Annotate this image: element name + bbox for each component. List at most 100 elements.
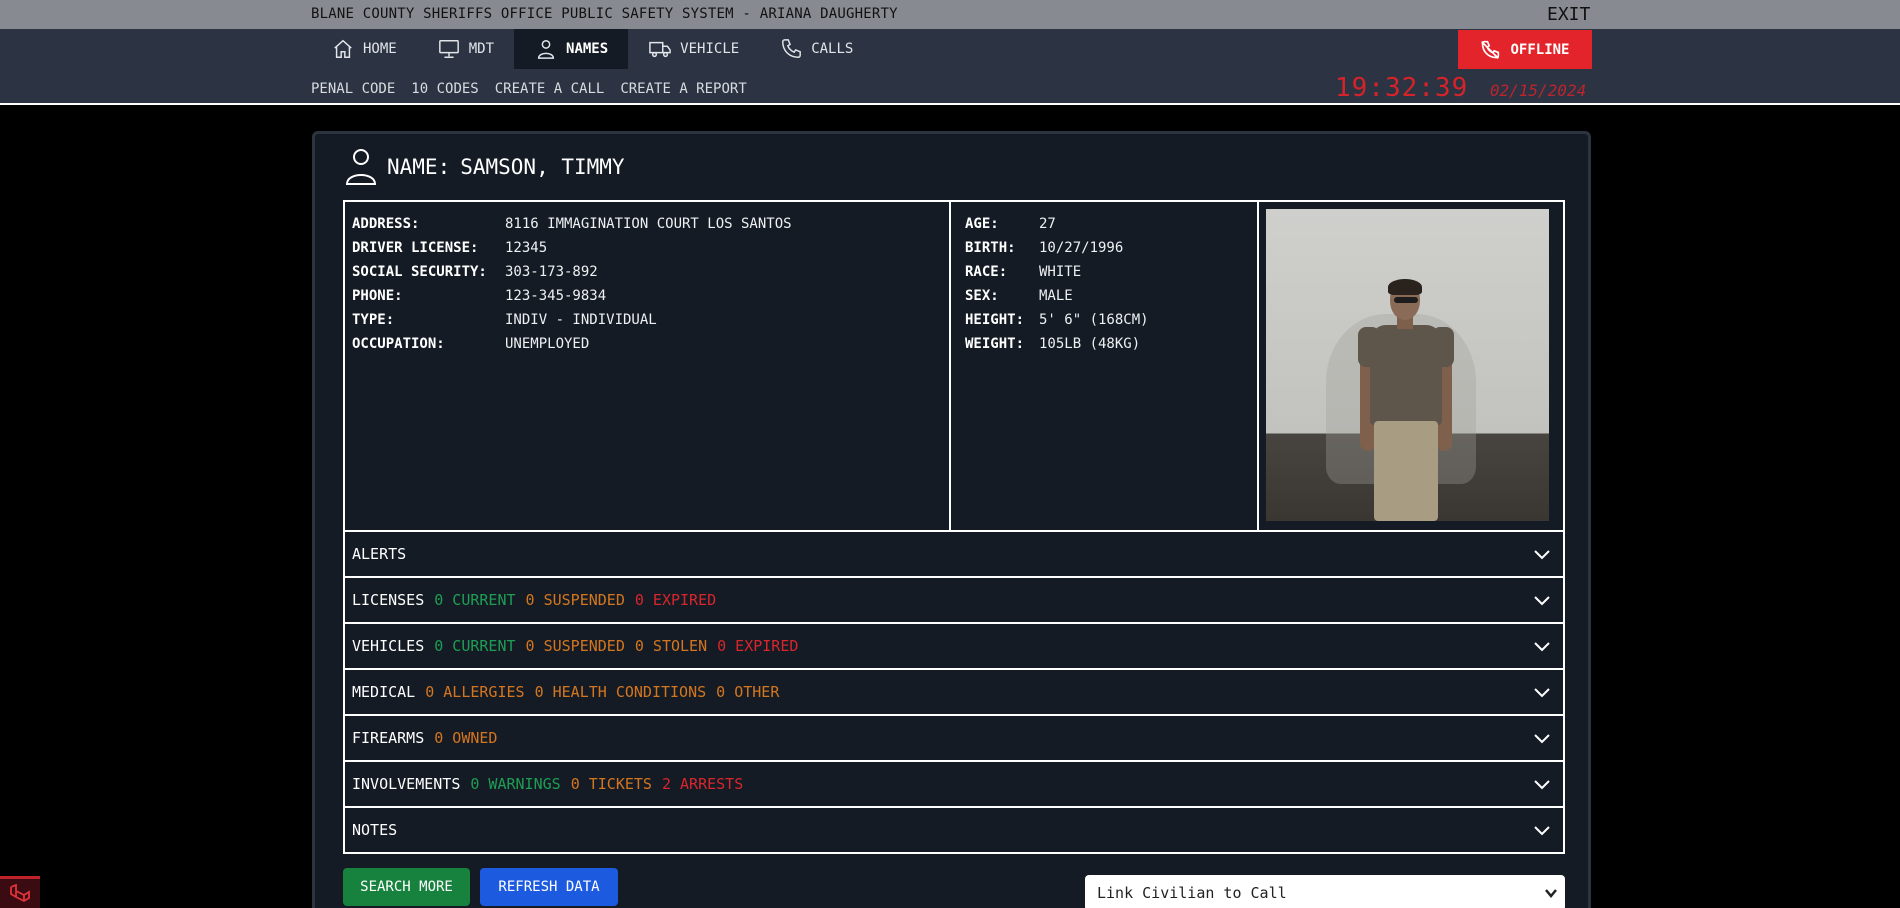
nav-mdt-label: MDT [468, 41, 495, 57]
vehicles-current: 0 CURRENT [434, 637, 516, 655]
chevron-down-icon [1545, 889, 1557, 898]
medical-other: 0 OTHER [716, 683, 780, 701]
licenses-title: LICENSES [352, 591, 425, 609]
involvements-title: INVOLVEMENTS [352, 775, 461, 793]
mugshot-photo [1266, 209, 1549, 521]
race-value: WHITE [1039, 264, 1082, 280]
phone-value: 123-345-9834 [505, 288, 607, 304]
link-civilian-select[interactable]: Link Civilian to Call [1085, 875, 1565, 908]
nav-home[interactable]: HOME [311, 29, 417, 69]
notes-title: NOTES [352, 821, 398, 839]
truck-icon [649, 41, 671, 58]
info-row: SEX: MALE [965, 284, 1243, 308]
licenses-expired: 0 EXPIRED [634, 591, 717, 609]
chevron-down-icon [1534, 642, 1550, 652]
type-value: INDIV - INDIVIDUAL [505, 312, 657, 328]
occupation-label: OCCUPATION: [352, 336, 445, 352]
chevron-down-icon [1534, 550, 1550, 560]
alerts-section[interactable]: ALERTS [343, 532, 1565, 578]
involvements-section[interactable]: INVOLVEMENTS 0 WARNINGS 0 TICKETS 2 ARRE… [343, 762, 1565, 808]
clock: 19:32:39 02/15/2024 [1335, 73, 1586, 103]
nav-names[interactable]: NAMES [514, 29, 629, 69]
info-row: RACE: WHITE [965, 260, 1243, 284]
firearms-owned: 0 OWNED [434, 729, 498, 747]
search-more-button[interactable]: SEARCH MORE [343, 868, 470, 906]
sub-nav: PENAL CODE 10 CODES CREATE A CALL CREATE… [311, 81, 747, 97]
nav-vehicle[interactable]: VEHICLE [628, 29, 759, 69]
info-row: AGE: 27 [965, 212, 1243, 236]
home-icon [334, 39, 352, 58]
exit-button[interactable]: EXIT [1547, 4, 1590, 25]
age-value: 27 [1039, 216, 1056, 232]
nav-home-label: HOME [363, 41, 397, 57]
title-bar: BLANE COUNTY SHERIFFS OFFICE PUBLIC SAFE… [0, 0, 1900, 29]
medical-section[interactable]: MEDICAL 0 ALLERGIES 0 HEALTH CONDITIONS … [343, 670, 1565, 716]
involvements-tickets: 0 TICKETS [570, 775, 652, 793]
offline-button[interactable]: OFFLINE [1458, 30, 1592, 69]
nav-mdt[interactable]: MDT [417, 29, 514, 69]
notes-section[interactable]: NOTES [343, 808, 1565, 854]
address-value: 8116 IMMAGINATION COURT LOS SANTOS [505, 216, 792, 232]
ssn-value: 303-173-892 [505, 264, 598, 280]
sex-value: MALE [1039, 288, 1073, 304]
info-row: PHONE: 123-345-9834 [352, 284, 942, 308]
nav-calls[interactable]: CALLS [759, 29, 873, 69]
info-row: SOCIAL SECURITY: 303-173-892 [352, 260, 942, 284]
refresh-data-button[interactable]: REFRESH DATA [480, 868, 618, 906]
clock-time: 19:32:39 [1335, 73, 1469, 103]
licenses-current: 0 CURRENT [434, 591, 516, 609]
person-name: SAMSON, TIMMY [460, 155, 625, 179]
vehicles-section[interactable]: VEHICLES 0 CURRENT 0 SUSPENDED 0 STOLEN … [343, 624, 1565, 670]
info-row: DRIVER LICENSE: 12345 [352, 236, 942, 260]
info-row: OCCUPATION: UNEMPLOYED [352, 332, 942, 356]
birth-label: BIRTH: [965, 240, 1016, 256]
ssn-label: SOCIAL SECURITY: [352, 264, 487, 280]
info-row: BIRTH: 10/27/1996 [965, 236, 1243, 260]
firearms-section[interactable]: FIREARMS 0 OWNED [343, 716, 1565, 762]
alerts-title: ALERTS [352, 545, 407, 563]
weight-value: 105LB (48KG) [1039, 336, 1141, 352]
debug-toolbar-toggle[interactable] [0, 876, 40, 908]
phone-icon [782, 39, 802, 58]
involvements-arrests: 2 ARRESTS [661, 775, 744, 793]
medical-allergies: 0 ALLERGIES [425, 683, 525, 701]
age-label: AGE: [965, 216, 999, 232]
phone-off-icon [1481, 40, 1500, 59]
chevron-down-icon [1534, 734, 1550, 744]
window-title: BLANE COUNTY SHERIFFS OFFICE PUBLIC SAFE… [311, 6, 898, 22]
vehicles-suspended: 0 SUSPENDED [525, 637, 625, 655]
vehicles-title: VEHICLES [352, 637, 425, 655]
vehicles-stolen: 0 STOLEN [634, 637, 708, 655]
height-value: 5' 6" (168CM) [1039, 312, 1149, 328]
type-label: TYPE: [352, 312, 395, 328]
physical-column: AGE: 27 BIRTH: 10/27/1996 RACE: WHITE SEX: M… [951, 202, 1259, 530]
laravel-logo-icon [10, 883, 30, 902]
info-row: ADDRESS: 8116 IMMAGINATION COURT LOS SANT… [352, 212, 942, 236]
subnav-create-call[interactable]: CREATE A CALL [495, 81, 605, 97]
medical-title: MEDICAL [352, 683, 416, 701]
chevron-down-icon [1534, 688, 1550, 698]
info-row: WEIGHT: 105LB (48KG) [965, 332, 1243, 356]
nav-vehicle-label: VEHICLE [680, 41, 740, 57]
nav-calls-label: CALLS [811, 41, 854, 57]
subnav-create-report[interactable]: CREATE A REPORT [620, 81, 746, 97]
person-record-card: NAME: SAMSON, TIMMY ADDRESS: 8116 IMMAGIN… [312, 131, 1591, 908]
subnav-penal-code[interactable]: PENAL CODE [311, 81, 395, 97]
info-row: TYPE: INDIV - INDIVIDUAL [352, 308, 942, 332]
address-label: ADDRESS: [352, 216, 420, 232]
firearms-title: FIREARMS [352, 729, 425, 747]
name-label: NAME: [387, 155, 451, 179]
top-nav: HOME MDT NAMES VEHICLE CALLS OFFLINE PEN… [0, 29, 1900, 105]
occupation-value: UNEMPLOYED [505, 336, 590, 352]
licenses-suspended: 0 SUSPENDED [525, 591, 625, 609]
person-icon [345, 149, 377, 185]
chevron-down-icon [1534, 780, 1550, 790]
chevron-down-icon [1534, 596, 1550, 606]
medical-health: 0 HEALTH CONDITIONS [534, 683, 707, 701]
license-label: DRIVER LICENSE: [352, 240, 479, 256]
license-value: 12345 [505, 240, 548, 256]
birth-value: 10/27/1996 [1039, 240, 1124, 256]
subnav-10-codes[interactable]: 10 CODES [411, 81, 478, 97]
offline-label: OFFLINE [1510, 41, 1570, 58]
licenses-section[interactable]: LICENSES 0 CURRENT 0 SUSPENDED 0 EXPIRED [343, 578, 1565, 624]
